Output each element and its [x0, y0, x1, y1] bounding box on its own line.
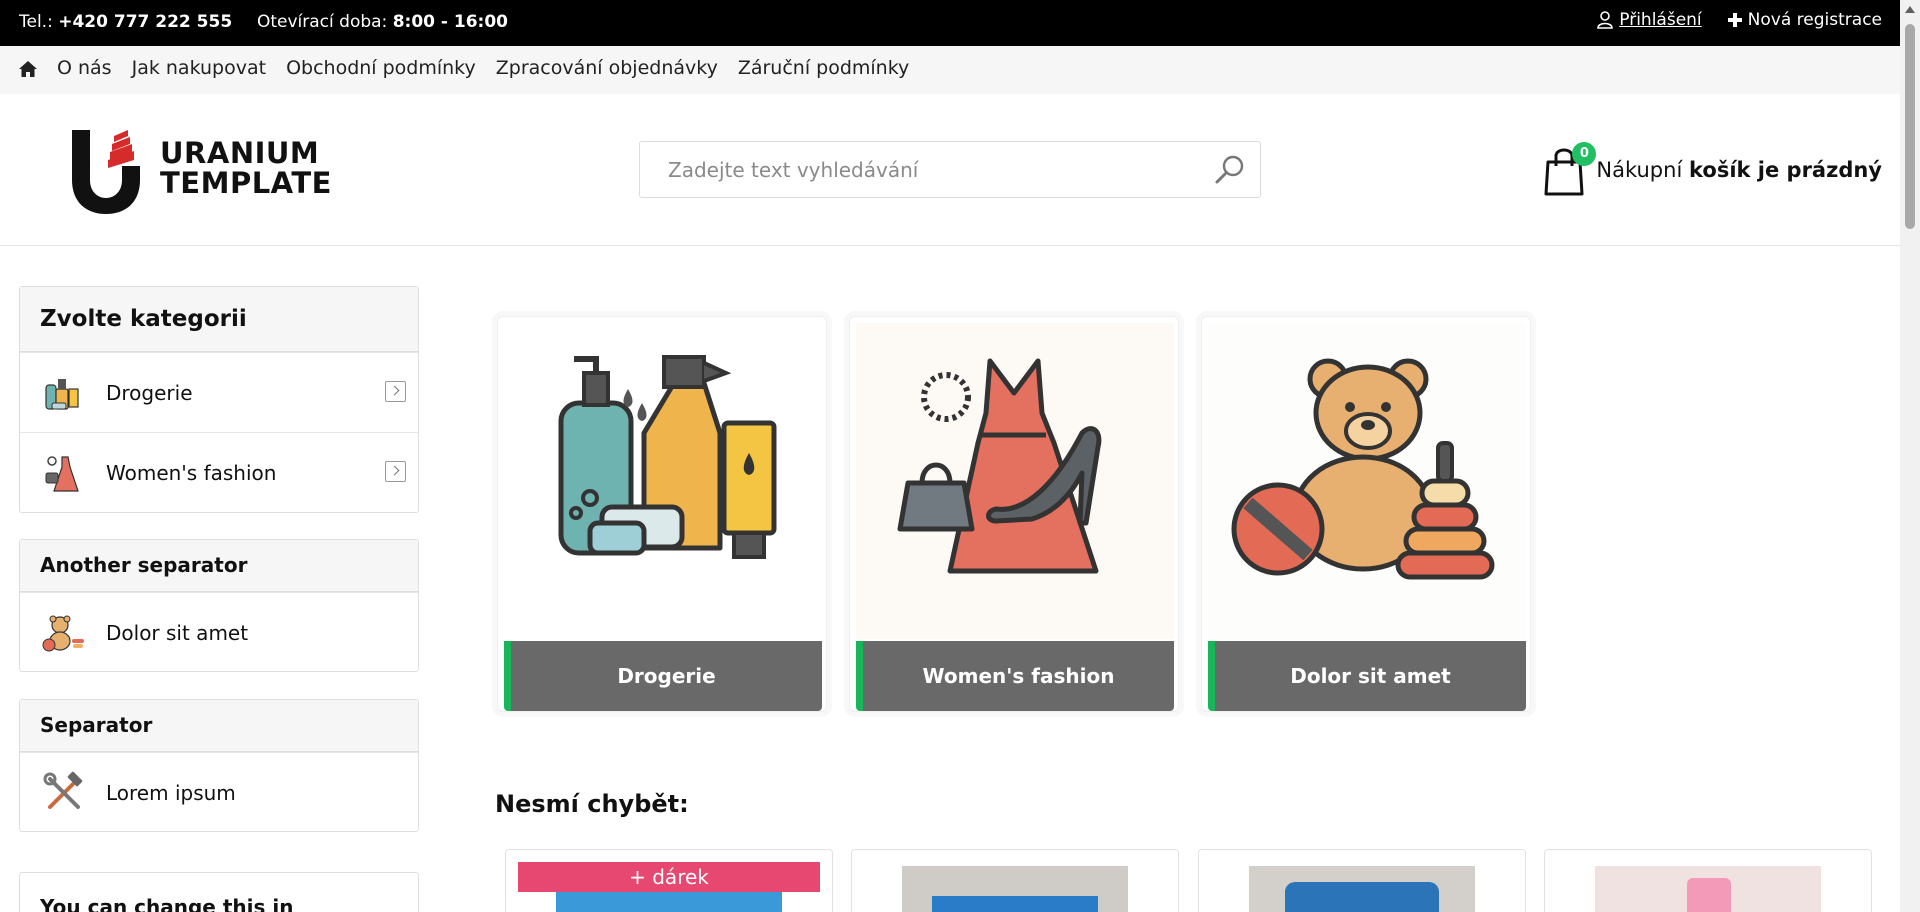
sidebar-item-drogerie[interactable]: Drogerie — [20, 352, 418, 432]
phone-number[interactable]: +420 777 222 555 — [58, 12, 232, 32]
top-bar: Tel.: +420 777 222 555 Otevírací doba: 8… — [0, 0, 1900, 46]
sidebar-item-lorem-ipsum[interactable]: Lorem ipsum — [20, 752, 418, 832]
nav-item-order-processing[interactable]: Zpracování objednávky — [496, 57, 718, 79]
sidebar-item-label: Lorem ipsum — [106, 780, 236, 805]
tools-icon — [43, 771, 83, 809]
product-card[interactable] — [1544, 849, 1872, 912]
category-tile-dolor-sit-amet[interactable]: Dolor sit amet — [1201, 316, 1531, 712]
dress-icon — [856, 323, 1174, 639]
sidebar-item-womens-fashion[interactable]: Women's fashion — [20, 432, 418, 512]
logo-text-line1: URANIUM — [160, 136, 320, 170]
account-links: Přihlášení Nová registrace — [1597, 10, 1882, 30]
teddy-bear-icon — [42, 615, 84, 651]
phone-label: Tel.: — [19, 12, 53, 32]
cleaning-products-icon — [45, 378, 79, 410]
tile-label: Drogerie — [504, 641, 822, 711]
category-menu-title: Zvolte kategorii — [20, 287, 418, 352]
scrollbar-thumb[interactable] — [1905, 24, 1915, 229]
login-link[interactable]: Přihlášení — [1619, 10, 1701, 30]
teddy-bear-icon — [1208, 323, 1526, 639]
cart-text: Nákupní — [1596, 158, 1683, 182]
register-link[interactable]: Nová registrace — [1748, 10, 1882, 30]
category-menu: Zvolte kategorii Drogerie Women's fashio… — [19, 286, 419, 513]
category-tile-womens-fashion[interactable]: Women's fashion — [849, 316, 1179, 712]
separator-title: Separator — [20, 700, 418, 752]
search-icon[interactable] — [1214, 154, 1246, 186]
sidebar-item-dolor-sit-amet[interactable]: Dolor sit amet — [20, 592, 418, 672]
logo-text-line2: TEMPLATE — [160, 166, 332, 200]
info-box: You can change this in — [19, 872, 419, 912]
opening-hours: 8:00 - 16:00 — [392, 12, 508, 32]
main-navigation: O nás Jak nakupovat Obchodní podmínky Zp… — [0, 46, 1900, 94]
another-separator-box: Another separator Dolor sit amet — [19, 539, 419, 672]
site-header: URANIUM TEMPLATE 0 Nákupní košík je práz… — [0, 94, 1900, 246]
product-image[interactable] — [902, 866, 1128, 912]
tile-label: Dolor sit amet — [1208, 641, 1526, 711]
scroll-up-icon[interactable] — [1905, 6, 1915, 13]
cart-status: košík je prázdný — [1688, 158, 1882, 182]
gift-badge: + dárek — [518, 862, 820, 892]
sidebar-item-label: Drogerie — [106, 380, 193, 405]
product-image[interactable] — [1249, 866, 1475, 912]
cart-bag: 0 — [1542, 142, 1597, 196]
product-card[interactable] — [851, 849, 1179, 912]
sidebar-item-label: Women's fashion — [106, 460, 277, 485]
hours-label: Otevírací doba: — [256, 12, 388, 32]
chevron-right-icon[interactable] — [385, 381, 406, 402]
search-input[interactable] — [640, 142, 1200, 197]
site-logo[interactable]: URANIUM TEMPLATE — [70, 130, 332, 214]
nav-item-terms[interactable]: Obchodní podmínky — [286, 57, 476, 79]
plus-icon — [1727, 13, 1742, 27]
nav-menu: O nás Jak nakupovat Obchodní podmínky Zp… — [57, 57, 909, 79]
dress-icon — [45, 455, 79, 492]
info-box-title: You can change this in — [40, 895, 294, 912]
product-image[interactable] — [1595, 866, 1821, 912]
nav-item-how-to-buy[interactable]: Jak nakupovat — [132, 57, 266, 79]
category-tile-drogerie[interactable]: Drogerie — [497, 316, 827, 712]
home-icon[interactable] — [18, 59, 38, 79]
cleaning-products-icon — [558, 355, 777, 559]
nav-item-about[interactable]: O nás — [57, 57, 112, 79]
another-separator-title: Another separator — [20, 540, 418, 592]
contact-info: Tel.: +420 777 222 555 Otevírací doba: 8… — [19, 12, 508, 32]
cart-count-badge: 0 — [1572, 142, 1597, 166]
nav-item-warranty[interactable]: Záruční podmínky — [738, 57, 909, 79]
shopping-cart[interactable]: 0 Nákupní košík je prázdný — [1542, 142, 1882, 196]
user-icon — [1597, 11, 1614, 29]
separator-box: Separator Lorem ipsum — [19, 699, 419, 832]
featured-section-title: Nesmí chybět: — [495, 790, 689, 818]
sidebar-item-label: Dolor sit amet — [106, 620, 249, 645]
chevron-right-icon[interactable] — [385, 461, 406, 482]
product-card[interactable] — [1198, 849, 1526, 912]
page-scrollbar[interactable] — [1900, 0, 1920, 912]
product-card[interactable]: + dárek — [505, 849, 833, 912]
logo-mark-icon — [72, 130, 140, 214]
search-box — [639, 141, 1261, 198]
tile-label: Women's fashion — [856, 641, 1174, 711]
